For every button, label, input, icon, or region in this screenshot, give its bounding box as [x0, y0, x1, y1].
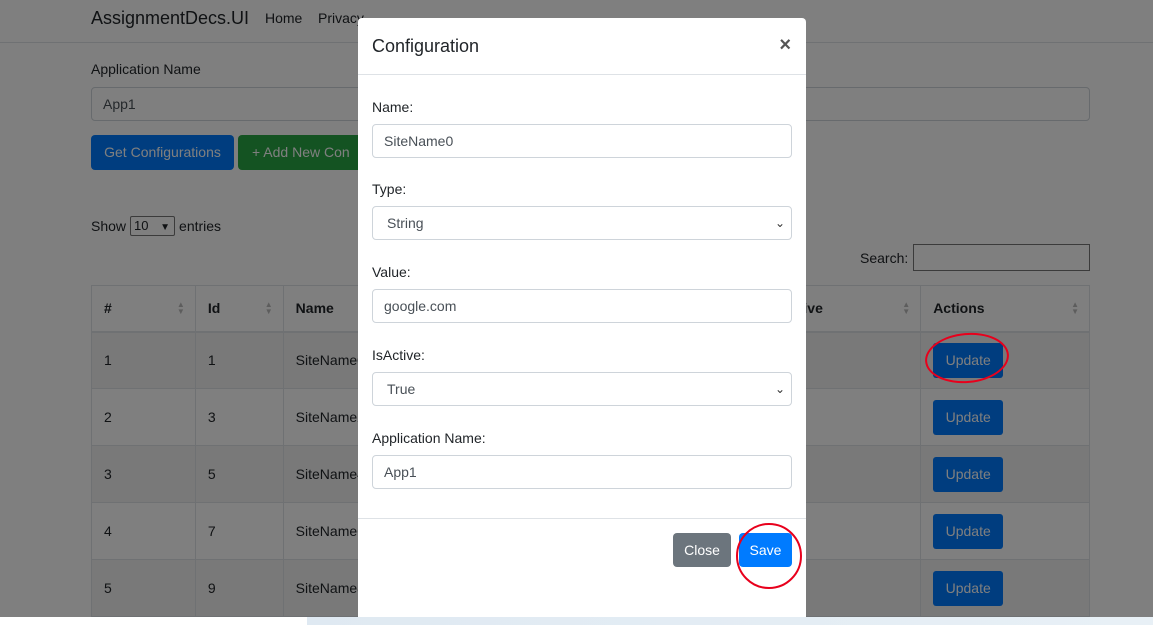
- configuration-modal: Configuration × Name: SiteName0 Type: St…: [358, 18, 806, 618]
- application-name-label: Application Name:: [372, 430, 486, 446]
- application-name-input[interactable]: App1: [372, 455, 792, 489]
- close-icon[interactable]: ×: [779, 34, 791, 57]
- chevron-down-icon: ⌄: [774, 382, 785, 396]
- value-label: Value:: [372, 264, 411, 280]
- annotation-circle-save: [736, 523, 802, 589]
- name-input[interactable]: SiteName0: [372, 124, 792, 158]
- isactive-select[interactable]: True ⌄: [372, 372, 792, 406]
- value-input[interactable]: google.com: [372, 289, 792, 323]
- modal-title: Configuration: [372, 36, 480, 56]
- chevron-down-icon: ⌄: [774, 216, 785, 230]
- modal-header: Configuration ×: [358, 18, 806, 75]
- type-label: Type:: [372, 181, 407, 197]
- type-select[interactable]: String ⌄: [372, 206, 792, 240]
- type-select-value: String: [387, 215, 424, 231]
- isactive-label: IsActive:: [372, 347, 425, 363]
- isactive-select-value: True: [387, 381, 416, 397]
- close-button[interactable]: Close: [673, 533, 731, 567]
- name-label: Name:: [372, 99, 414, 115]
- taskbar-strip: [0, 617, 1153, 625]
